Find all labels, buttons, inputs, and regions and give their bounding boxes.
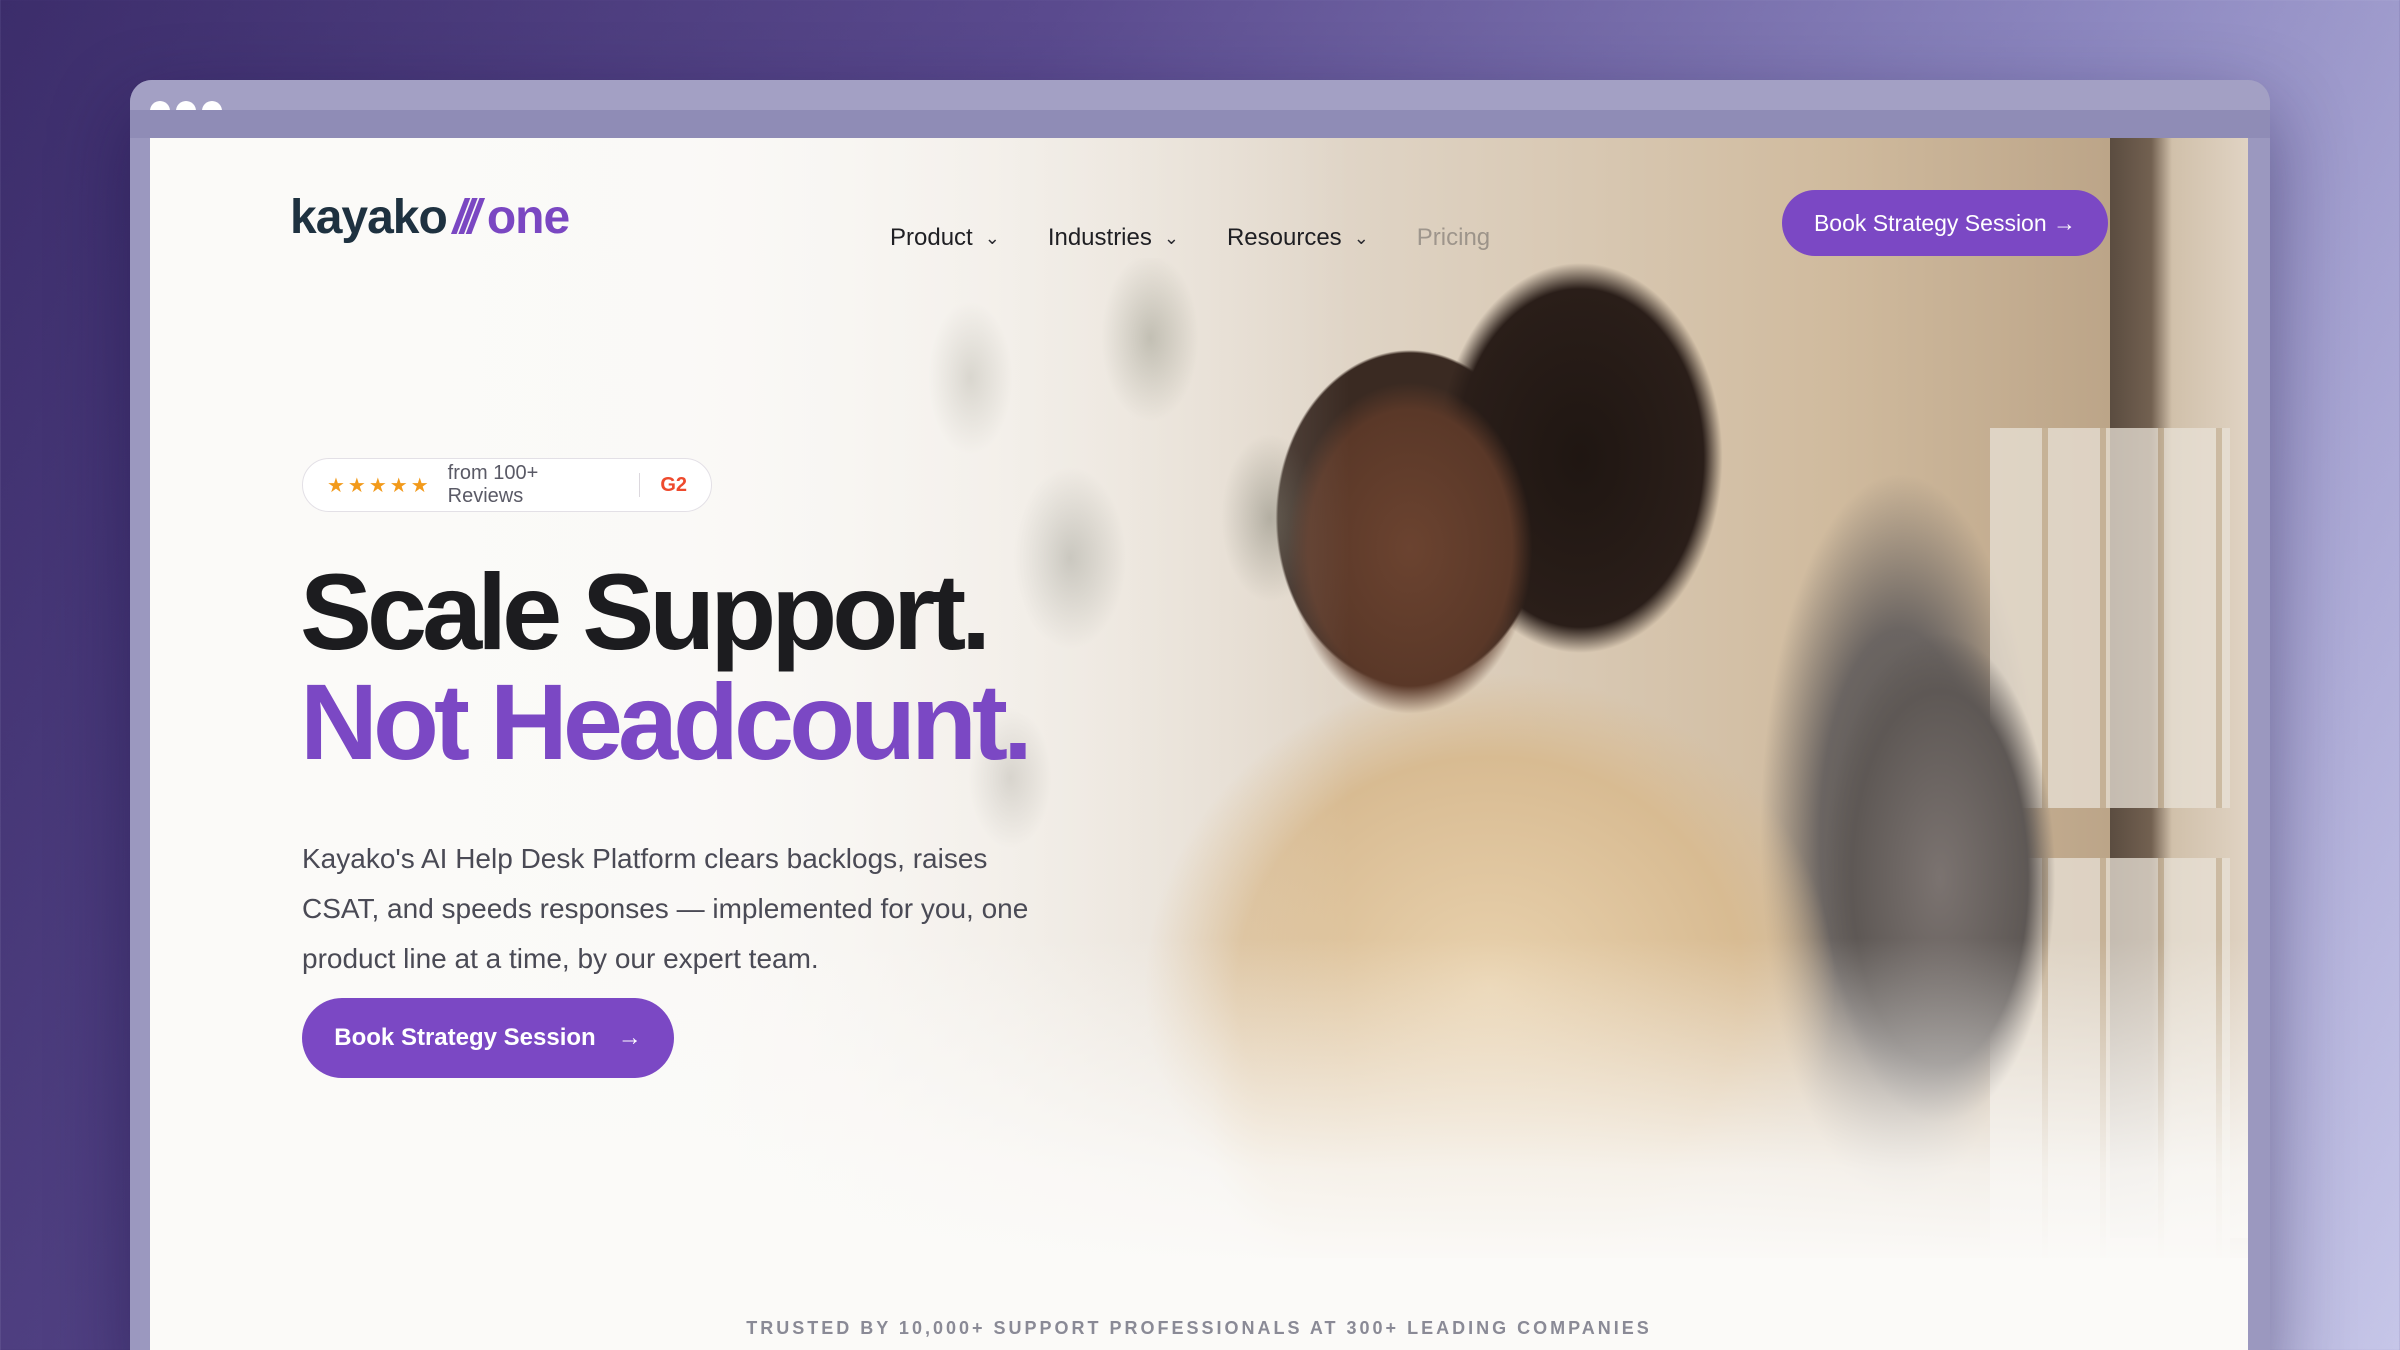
nav-item-label: Resources	[1226, 224, 1342, 251]
page-viewport: kayako /// one Product ⌄ Industries ⌄ Re…	[150, 138, 2248, 1350]
logo-suffix: one	[486, 191, 570, 244]
nav-item-industries[interactable]: Industries ⌄	[1048, 224, 1179, 252]
browser-toolbar	[130, 110, 2270, 138]
nav-item-label: Pricing	[1416, 224, 1491, 251]
book-strategy-session-button-header[interactable]: Book Strategy Session →	[1782, 190, 2108, 256]
hero-lead-text: Kayako's AI Help Desk Platform clears ba…	[302, 843, 1029, 974]
button-label: Book Strategy Session	[334, 1024, 596, 1051]
chevron-down-icon: ⌄	[1163, 227, 1179, 248]
nav-item-product[interactable]: Product ⌄	[890, 224, 1000, 252]
button-label: Book Strategy Session →	[1813, 209, 2077, 236]
reviews-badge[interactable]: ★★★★★ from 100+ Reviews G2	[302, 458, 712, 512]
book-strategy-session-button[interactable]: Book Strategy Session →	[302, 998, 674, 1078]
nav-item-pricing[interactable]: Pricing	[1417, 224, 1490, 252]
chevron-down-icon: ⌄	[984, 227, 1000, 248]
nav-item-label: Product	[890, 224, 973, 251]
g2-logo: G2	[660, 473, 687, 496]
nav-item-resources[interactable]: Resources ⌄	[1227, 224, 1369, 252]
hero-fade-bottom	[150, 938, 2248, 1268]
logo-slashes: ///	[452, 191, 481, 244]
browser-titlebar	[130, 80, 2270, 121]
arrow-right-icon: →	[617, 1024, 642, 1051]
star-rating-icon: ★★★★★	[327, 474, 432, 497]
main-nav: Product ⌄ Industries ⌄ Resources ⌄ Prici…	[890, 224, 1490, 252]
badge-divider	[638, 473, 641, 497]
hero-headline-line1: Scale Support.	[300, 551, 991, 672]
hero-headline-line2: Not Headcount.	[300, 661, 1033, 782]
browser-window: kayako /// one Product ⌄ Industries ⌄ Re…	[130, 80, 2270, 1350]
nav-item-label: Industries	[1047, 224, 1152, 251]
kayako-one-logo[interactable]: kayako /// one	[290, 190, 570, 250]
chevron-down-icon: ⌄	[1353, 227, 1369, 248]
reviews-count-text: from 100+ Reviews	[447, 462, 539, 507]
trusted-by-text: TRUSTED BY 10,000+ SUPPORT PROFESSIONALS…	[746, 1318, 1652, 1338]
logo-wordmark: kayako	[290, 191, 448, 244]
